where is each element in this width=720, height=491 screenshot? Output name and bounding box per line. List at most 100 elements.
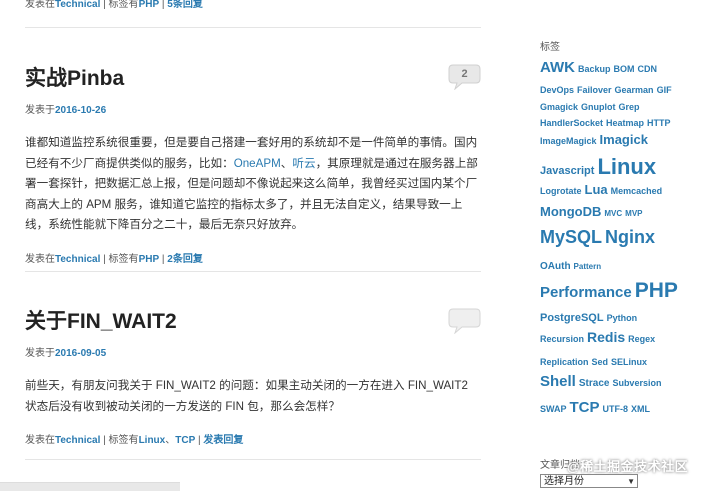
separator-bar: | (161, 253, 165, 265)
tag-link[interactable]: PHP (139, 0, 160, 10)
divider (25, 27, 481, 28)
tag-javascript[interactable]: Javascript (540, 166, 594, 177)
tag-handlersocket[interactable]: HandlerSocket (540, 119, 603, 128)
post-date: 发表于2016-09-05 (25, 344, 481, 359)
tag-redis[interactable]: Redis (587, 330, 625, 344)
tag-grep[interactable]: Grep (619, 103, 640, 112)
title-cn[interactable]: 关于 (25, 309, 67, 333)
replies-link[interactable]: 5条回复 (167, 0, 203, 10)
tag-heatmap[interactable]: Heatmap (606, 119, 644, 128)
divider (25, 271, 481, 272)
archive-month-select[interactable]: 选择月份 ▼ (540, 474, 638, 488)
tag-performance[interactable]: Performance (540, 285, 632, 300)
tag-gearman[interactable]: Gearman (615, 86, 654, 95)
tag-row: Shell Strace Subversion (540, 374, 664, 390)
footer-prefix: 发表在 (25, 253, 55, 265)
category-link[interactable]: Technical (55, 0, 100, 10)
tag-bom[interactable]: BOM (614, 65, 635, 74)
tag-imagemagick[interactable]: ImageMagick (540, 137, 597, 146)
tag-row: Replication Sed SELinux (540, 353, 650, 369)
tag-row: DevOps Failover Gearman GIF (540, 81, 675, 97)
separator-bar: | (198, 435, 201, 446)
tag-gmagick[interactable]: Gmagick (540, 103, 578, 112)
footer-prefix: 发表在 (25, 435, 55, 446)
divider (25, 459, 481, 460)
tag-pattern[interactable]: Pattern (574, 263, 602, 271)
date-prefix: 发表于 (25, 105, 55, 116)
tag-http[interactable]: HTTP (647, 119, 671, 128)
leave-reply-link[interactable]: 发表回复 (203, 435, 243, 446)
tag-failover[interactable]: Failover (577, 86, 612, 95)
tag-mongodb[interactable]: MongoDB (540, 205, 601, 218)
tag-php[interactable]: PHP (635, 280, 678, 301)
tag-strace[interactable]: Strace (579, 379, 610, 389)
category-link[interactable]: Technical (55, 254, 100, 265)
tag-awk[interactable]: AWK (540, 60, 575, 75)
comment-bubble[interactable] (448, 308, 481, 334)
tag-selinux[interactable]: SELinux (611, 358, 647, 367)
date-link[interactable]: 2016-09-05 (55, 348, 106, 359)
title-cn[interactable]: 实战 (25, 66, 67, 90)
post-footer: 发表在Technical | 标签有PHP | 2条回复 (25, 250, 481, 265)
tag-tcp[interactable]: TCP (570, 400, 600, 415)
tag-recursion[interactable]: Recursion (540, 335, 584, 344)
prev-post-footer: 发表在Technical | 标签有PHP | 5条回复 (25, 0, 203, 10)
tag-link-php[interactable]: PHP (139, 254, 160, 265)
tag-utf-8[interactable]: UTF-8 (603, 405, 629, 414)
tag-row: PostgreSQL Python (540, 309, 640, 325)
tag-xml[interactable]: XML (631, 405, 650, 414)
tag-cdn[interactable]: CDN (638, 65, 658, 74)
tag-row: Logrotate Lua Memcached (540, 182, 665, 198)
post-title[interactable]: 实战Pinba (25, 62, 481, 92)
post-fin-wait2: 关于FIN_WAIT2 发表于2016-09-05 前些天，有朋友问我关于 FI… (25, 305, 481, 446)
tag-replication[interactable]: Replication (540, 358, 589, 367)
tag-shell[interactable]: Shell (540, 374, 576, 389)
tag-row: HandlerSocket Heatmap HTTP (540, 114, 674, 130)
tag-backup[interactable]: Backup (578, 65, 611, 74)
tag-mvp[interactable]: MVP (625, 210, 642, 218)
date-prefix: 发表于 (25, 348, 55, 359)
title-en[interactable]: FIN_WAIT2 (67, 310, 177, 333)
tag-python[interactable]: Python (607, 314, 638, 323)
tag-gnuplot[interactable]: Gnuplot (581, 103, 616, 112)
tag-row: MySQL Nginx (540, 228, 658, 247)
tag-row: Performance PHP (540, 280, 681, 301)
tag-row: Gmagick Gnuplot Grep (540, 98, 643, 114)
excerpt-text: 前些天，有朋友问我关于 FIN_WAIT2 的问题：如果主动关闭的一方在进入 F… (25, 379, 468, 413)
tag-mysql[interactable]: MySQL (540, 228, 602, 246)
tag-oauth[interactable]: OAuth (540, 262, 571, 272)
category-link[interactable]: Technical (55, 435, 100, 446)
tag-subversion[interactable]: Subversion (612, 379, 661, 388)
tag-memcached[interactable]: Memcached (611, 187, 663, 196)
post-title[interactable]: 关于FIN_WAIT2 (25, 305, 481, 335)
tag-gif[interactable]: GIF (657, 86, 672, 95)
tag-sed[interactable]: Sed (592, 358, 609, 367)
tag-regex[interactable]: Regex (628, 335, 655, 344)
tag-row: AWK Backup BOM CDN (540, 60, 660, 76)
date-link[interactable]: 2016-10-26 (55, 105, 106, 116)
tag-linux[interactable]: Linux (597, 156, 656, 178)
tags-widget-title: 标签 (540, 42, 560, 53)
tag-devops[interactable]: DevOps (540, 86, 574, 95)
link-tingyun[interactable]: 听云 (292, 157, 315, 170)
tag-link-linux[interactable]: Linux (139, 435, 166, 446)
tag-postgresql[interactable]: PostgreSQL (540, 313, 604, 324)
excerpt-sep: 、 (280, 156, 293, 170)
comment-count-bubble[interactable]: 2 (448, 64, 481, 90)
tag-mvc[interactable]: MVC (604, 210, 622, 218)
tag-imagick[interactable]: Imagick (600, 133, 648, 146)
title-en[interactable]: Pinba (67, 67, 124, 90)
post-pinba: 实战Pinba 2 发表于2016-10-26 谁都知道监控系统很重要，但是要自… (25, 62, 481, 265)
tag-swap[interactable]: SWAP (540, 405, 567, 414)
tag-nginx[interactable]: Nginx (605, 228, 655, 246)
replies-link[interactable]: 2条回复 (167, 254, 203, 265)
tag-row: SWAP TCP UTF-8 XML (540, 400, 653, 416)
post-date: 发表于2016-10-26 (25, 101, 481, 116)
post-excerpt: 前些天，有朋友问我关于 FIN_WAIT2 的问题：如果主动关闭的一方在进入 F… (25, 376, 481, 417)
separator-bar: | (161, 0, 165, 10)
link-oneapm[interactable]: OneAPM (234, 157, 281, 170)
tag-lua[interactable]: Lua (585, 183, 608, 196)
tag-link-tcp[interactable]: TCP (175, 435, 195, 446)
tag-logrotate[interactable]: Logrotate (540, 187, 582, 196)
post-excerpt: 谁都知道监控系统很重要，但是要自己搭建一套好用的系统却不是一件简单的事情。国内已… (25, 133, 481, 236)
